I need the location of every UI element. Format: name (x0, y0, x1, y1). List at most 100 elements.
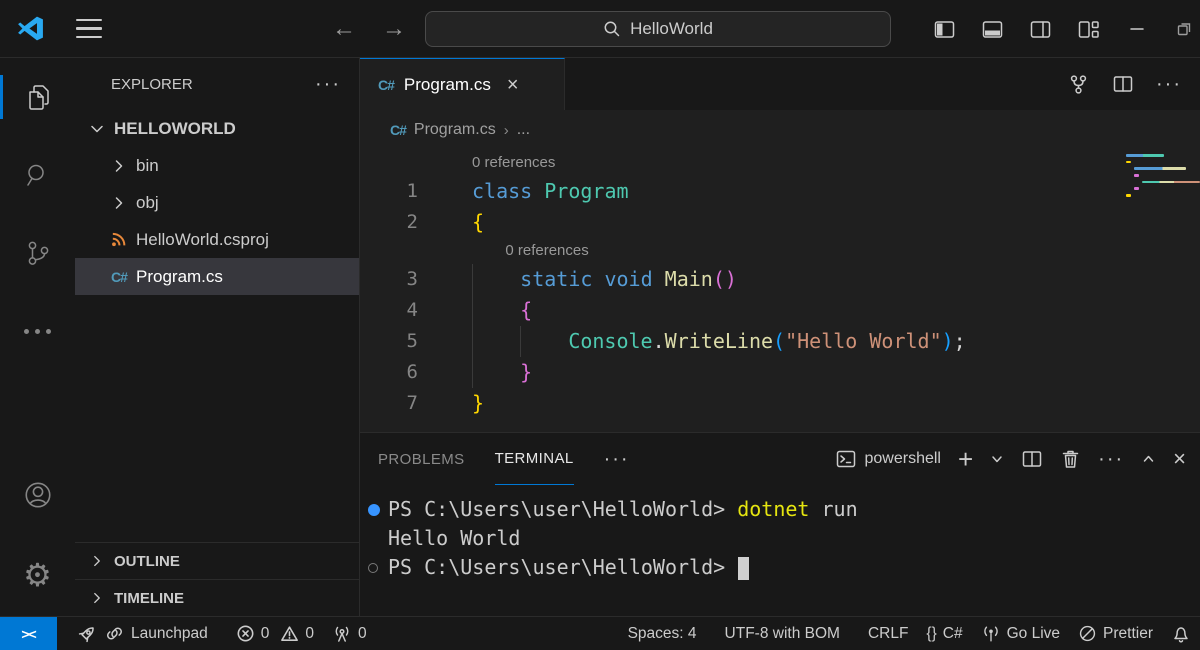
timeline-section[interactable]: TIMELINE (75, 579, 359, 616)
breadcrumb-symbol[interactable]: ... (517, 121, 530, 139)
chevron-right-icon (110, 157, 128, 175)
menu-icon[interactable] (76, 19, 102, 38)
code-lines: 0 references1class Program2{0 references… (360, 150, 1200, 419)
outline-label: OUTLINE (114, 553, 180, 570)
terminal-output: PS C:\Users\user\HelloWorld> dotnet runH… (360, 485, 1200, 616)
chevron-right-icon (110, 194, 128, 212)
timeline-label: TIMELINE (114, 590, 184, 607)
language-mode-item[interactable]: {} C# (917, 617, 971, 650)
terminal-line: Hello World (368, 524, 1200, 553)
source-control-view-icon[interactable] (0, 228, 75, 278)
search-view-icon[interactable] (0, 150, 75, 200)
terminal-dropdown-icon[interactable] (990, 452, 1004, 466)
terminal-line: PS C:\Users\user\HelloWorld> (368, 553, 1200, 582)
status-bar: >< Launchpad 0 (0, 616, 1200, 650)
tree-item-label: Program.cs (136, 267, 223, 287)
search-value: HelloWorld (630, 19, 713, 39)
code-line: 7} (360, 388, 1200, 419)
braces-icon: {} (926, 625, 936, 643)
remote-indicator[interactable]: >< (0, 617, 57, 650)
tab-close-icon[interactable]: × (507, 75, 519, 95)
file-tree: HELLOWORLD bin obj (75, 110, 359, 542)
toggle-sidebar-icon[interactable] (934, 19, 955, 40)
launchpad-label: Launchpad (131, 625, 208, 643)
breadcrumb-file[interactable]: Program.cs (414, 121, 496, 139)
tab-programcs[interactable]: C# Program.cs × (360, 58, 565, 110)
warning-icon (280, 624, 299, 643)
tree-item-label: bin (136, 156, 159, 176)
tree-item-programcs[interactable]: C# Program.cs (75, 258, 359, 295)
outline-section[interactable]: OUTLINE (75, 542, 359, 579)
explorer-icon[interactable] (0, 72, 75, 122)
tree-item-label: HelloWorld.csproj (136, 230, 269, 250)
close-panel-icon[interactable]: × (1173, 448, 1186, 470)
titlebar: ← → HelloWorld (0, 0, 1200, 58)
search-box[interactable]: HelloWorld (425, 11, 891, 47)
explorer-sidebar: EXPLORER ··· HELLOWORLD bin (75, 58, 360, 616)
panel-more-actions-icon[interactable]: ··· (1098, 455, 1124, 463)
spaces-label: Spaces: 4 (628, 625, 697, 643)
problems-indicator[interactable]: 0 0 (227, 617, 323, 650)
toggle-panel-icon[interactable] (982, 19, 1003, 40)
source-control-icon[interactable] (1067, 73, 1090, 96)
launchpad-item[interactable]: Launchpad (67, 617, 217, 650)
account-icon[interactable] (0, 470, 75, 520)
eol-label: CRLF (868, 625, 908, 643)
shell-label: powershell (864, 450, 940, 468)
code-line: 1class Program (360, 176, 1200, 207)
bell-icon (1171, 623, 1191, 644)
restore-icon[interactable] (1174, 19, 1194, 39)
notifications-item[interactable] (1162, 617, 1200, 650)
remote-icon: >< (21, 626, 35, 642)
kill-terminal-trash-icon[interactable] (1060, 448, 1081, 470)
tab-terminal[interactable]: TERMINAL (495, 433, 574, 485)
indentation-item[interactable]: Spaces: 4 (619, 617, 706, 650)
terminal-line: PS C:\Users\user\HelloWorld> dotnet run (368, 495, 1200, 524)
eol-item[interactable]: CRLF (859, 617, 917, 650)
prettier-item[interactable]: Prettier (1069, 617, 1162, 650)
more-views-icon[interactable] (0, 306, 75, 356)
csproj-rss-icon (110, 231, 128, 248)
chevron-right-icon (89, 590, 105, 606)
tree-root-label: HELLOWORLD (114, 119, 236, 139)
sidebar-more-icon[interactable]: ··· (315, 80, 341, 88)
codelens-references: 0 references (472, 238, 589, 264)
ports-indicator[interactable]: 0 (323, 617, 376, 650)
code-line: 6} (360, 357, 1200, 388)
panel-more-tabs-icon[interactable]: ··· (604, 455, 630, 463)
vscode-logo[interactable] (17, 15, 44, 42)
codelens-references: 0 references (472, 150, 555, 176)
tree-item-bin[interactable]: bin (75, 147, 359, 184)
new-terminal-icon[interactable]: + (958, 446, 973, 472)
editor-group: C# Program.cs × ··· C# (360, 58, 1200, 616)
code-editor: 0 references1class Program2{0 references… (360, 150, 1200, 432)
code-line: 5Console.WriteLine("Hello World"); (360, 326, 1200, 357)
tree-root-helloworld[interactable]: HELLOWORLD (75, 110, 359, 147)
forward-icon[interactable]: → (382, 17, 406, 41)
error-icon (236, 624, 255, 643)
search-icon (603, 20, 621, 38)
encoding-item[interactable]: UTF-8 with BOM (716, 617, 849, 650)
slash-circle-icon (1078, 624, 1097, 643)
editor-more-actions-icon[interactable]: ··· (1156, 80, 1182, 88)
prettier-label: Prettier (1103, 625, 1153, 643)
sidebar-title: EXPLORER (111, 76, 193, 93)
terminal-icon (835, 448, 857, 470)
toggle-secondary-sidebar-icon[interactable] (1030, 19, 1051, 40)
go-live-item[interactable]: Go Live (972, 617, 1069, 650)
maximize-panel-icon[interactable] (1141, 452, 1156, 466)
terminal-shell-item[interactable]: powershell (835, 448, 940, 470)
split-terminal-icon[interactable] (1021, 448, 1043, 470)
minimize-icon[interactable] (1127, 19, 1147, 39)
chevron-down-icon (88, 120, 106, 138)
csharp-file-icon: C# (110, 269, 128, 285)
tree-item-csproj[interactable]: HelloWorld.csproj (75, 221, 359, 258)
split-editor-icon[interactable] (1112, 73, 1134, 95)
tab-problems[interactable]: PROBLEMS (378, 433, 465, 485)
back-icon[interactable]: ← (332, 17, 356, 41)
bottom-panel: PROBLEMS TERMINAL ··· powershell + (360, 432, 1200, 616)
customize-layout-icon[interactable] (1078, 19, 1100, 40)
settings-gear-icon[interactable]: ⚙ (0, 550, 75, 600)
minimap[interactable] (1120, 154, 1194, 210)
tree-item-obj[interactable]: obj (75, 184, 359, 221)
